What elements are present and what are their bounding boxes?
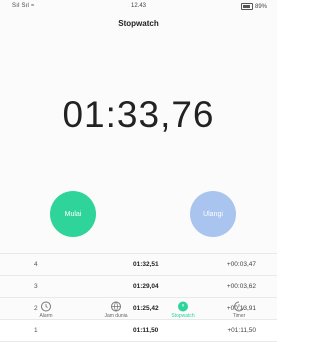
status-time: 12.43: [130, 3, 146, 9]
nav-stopwatch[interactable]: Stopwatch: [158, 300, 208, 319]
lap-row: 4 01:32,51 +00:03,47: [0, 253, 277, 276]
lap-row: 1 01:11,50 +01:11,50: [0, 320, 277, 342]
nav-stopwatch-label: Stopwatch: [171, 313, 195, 319]
start-button[interactable]: Mulai: [50, 191, 96, 237]
lap-difference: +00:03,47: [226, 261, 256, 268]
lap-time: 01:29,04: [133, 283, 159, 290]
nav-alarm-label: Alarm: [39, 313, 53, 319]
lap-time: 01:11,50: [133, 327, 159, 334]
nav-timer[interactable]: Timer: [214, 300, 264, 319]
status-bar: Sıl Sıl ≈ 12.43 89%: [0, 0, 277, 14]
stopwatch-icon: [178, 301, 188, 312]
lap-difference: +01:11,50: [227, 327, 256, 334]
nav-timer-label: Timer: [232, 313, 246, 319]
lap-difference: +00:03,62: [226, 283, 256, 290]
lap-row: 3 01:29,04 +00:03,62: [0, 276, 277, 298]
battery-indicator: 89%: [240, 3, 267, 10]
timer-icon: [234, 301, 244, 312]
globe-icon: [111, 301, 121, 312]
bottom-navigation: Alarm Jam dunia Stopwatch Timer: [0, 300, 277, 320]
page-title: Stopwatch: [118, 19, 159, 28]
nav-world-clock[interactable]: Jam dunia: [91, 300, 141, 319]
nav-world-clock-label: Jam dunia: [104, 313, 128, 319]
lap-number: 3: [34, 283, 38, 290]
lap-number: 1: [34, 327, 38, 334]
stopwatch-screen: Sıl Sıl ≈ 12.43 89% Stopwatch 01:33,76 M…: [0, 0, 277, 342]
reset-button[interactable]: Ulangi: [190, 191, 236, 237]
alarm-clock-icon: [41, 301, 51, 312]
lap-list: 4 01:32,51 +00:03,47 3 01:29,04 +00:03,6…: [0, 253, 277, 342]
battery-icon: [240, 3, 253, 10]
battery-level: 89%: [254, 3, 267, 10]
lap-number: 4: [34, 261, 38, 268]
nav-alarm[interactable]: Alarm: [21, 300, 71, 319]
stopwatch-display: 01:33,76: [62, 94, 215, 135]
lap-time: 01:32,51: [133, 261, 159, 268]
